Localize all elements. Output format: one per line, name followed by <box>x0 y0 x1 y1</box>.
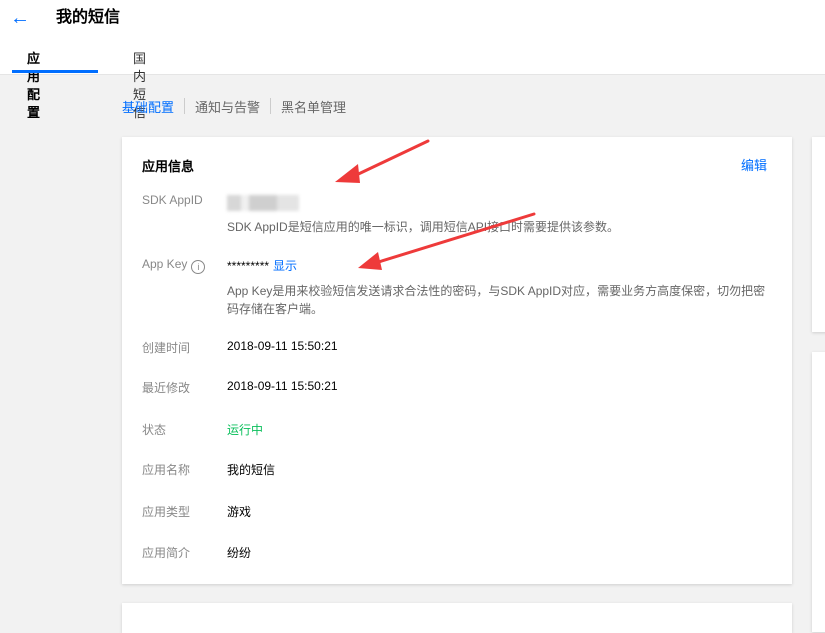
sdk-appid-value-masked <box>227 195 299 211</box>
app-info-card: 应用信息 编辑 SDK AppID SDK AppID是短信应用的唯一标识，调用… <box>122 137 792 584</box>
sdk-appid-label: SDK AppID <box>142 193 203 207</box>
status-badge: 运行中 <box>227 423 264 437</box>
side-card <box>812 137 825 332</box>
top-bar: ← 我的短信 应用配置 国内短信 <box>0 0 825 120</box>
tab-app-config[interactable]: 应用配置 <box>27 50 40 122</box>
app-desc-label: 应用简介 <box>142 546 191 560</box>
created-label: 创建时间 <box>142 341 191 355</box>
divider <box>270 98 272 114</box>
active-tab-indicator <box>12 70 98 73</box>
subnav-notify-alert[interactable]: 通知与告警 <box>195 97 260 116</box>
status-label: 状态 <box>142 423 167 437</box>
sub-navigation: 基础配置 通知与告警 黑名单管理 <box>122 96 346 116</box>
app-key-value: ********* <box>227 259 270 273</box>
app-key-label: App Key <box>142 257 188 271</box>
app-key-note: App Key是用来校验短信发送请求合法性的密码，与SDK AppID对应，需要… <box>227 284 766 316</box>
subnav-basic-config[interactable]: 基础配置 <box>122 97 174 116</box>
created-value: 2018-09-11 15:50:21 <box>227 339 338 353</box>
info-icon[interactable]: i <box>191 260 206 274</box>
app-key-value-row: ********* 显示 <box>227 257 297 274</box>
edit-link[interactable]: 编辑 <box>741 155 767 174</box>
page-title: 我的短信 <box>56 9 121 26</box>
side-card <box>812 352 825 632</box>
app-desc-value: 纷纷 <box>227 546 252 560</box>
subnav-blacklist[interactable]: 黑名单管理 <box>281 97 346 116</box>
modified-value: 2018-09-11 15:50:21 <box>227 379 338 393</box>
app-key-label-row: App Key i <box>142 257 206 274</box>
modified-label: 最近修改 <box>142 381 191 395</box>
divider <box>184 98 186 114</box>
arrow-left-icon[interactable]: ← <box>10 8 30 28</box>
app-name-value: 我的短信 <box>227 463 276 477</box>
card-title: 应用信息 <box>142 159 195 174</box>
next-card <box>122 603 792 633</box>
sdk-appid-note: SDK AppID是短信应用的唯一标识，调用短信API接口时需要提供该参数。 <box>227 220 620 234</box>
app-type-value: 游戏 <box>227 505 252 519</box>
show-key-link[interactable]: 显示 <box>273 259 297 273</box>
app-name-label: 应用名称 <box>142 463 191 477</box>
app-type-label: 应用类型 <box>142 505 191 519</box>
